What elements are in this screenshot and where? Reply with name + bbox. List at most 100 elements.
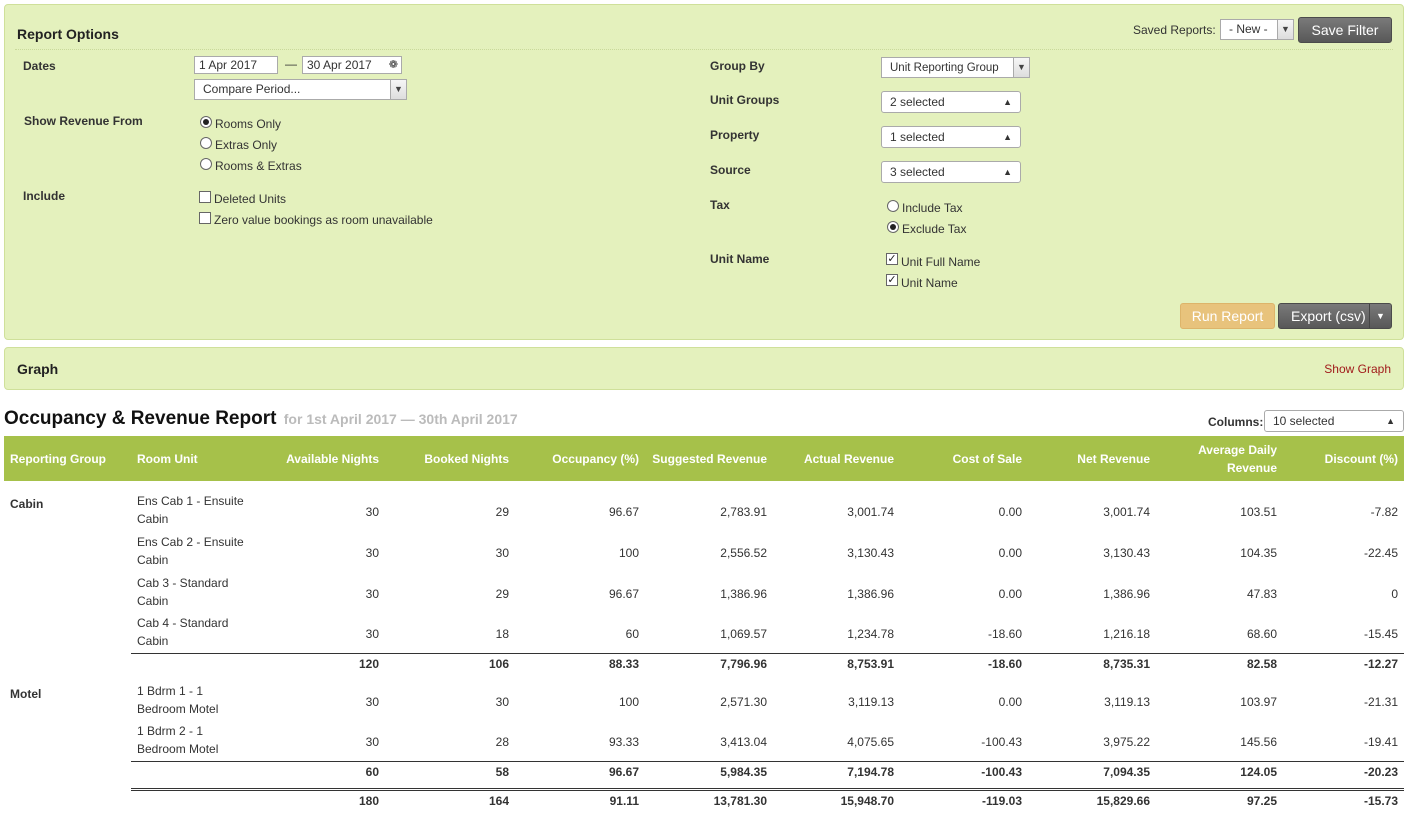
column-header[interactable]: Occupancy (%)	[515, 436, 645, 481]
table-cell: 28	[495, 735, 509, 750]
saved-reports-select[interactable]: - New - ▼	[1220, 19, 1294, 40]
compare-period-value: Compare Period...	[203, 82, 301, 96]
table-cell: 30	[365, 694, 379, 709]
compare-period-select[interactable]: Compare Period... ▼	[194, 79, 407, 100]
saved-reports-value: - New -	[1229, 22, 1268, 36]
table-cell: 3,119.13	[1104, 694, 1150, 709]
sort-icon: ▲︎	[1003, 132, 1012, 142]
chevron-down-icon: ▼	[390, 80, 406, 99]
columns-label: Columns:	[1208, 415, 1264, 429]
show-revenue-label: Show Revenue From	[24, 114, 143, 128]
checkbox-unit-full-name-label: Unit Full Name	[901, 255, 981, 269]
export-csv-button[interactable]: Export (csv) ▼	[1278, 303, 1392, 329]
room-unit-link[interactable]: Cab 3 - Standard Cabin	[131, 571, 258, 612]
save-filter-button[interactable]: Save Filter	[1298, 17, 1392, 43]
date-from-input[interactable]: 1 Apr 2017	[194, 56, 278, 74]
column-header[interactable]: Net Revenue	[1028, 436, 1156, 481]
checkbox-unit-name[interactable]: ✓	[886, 274, 898, 286]
subtotal-cell: 96.67	[515, 760, 645, 783]
table-cell: 60	[625, 627, 639, 642]
table-cell: 104.35	[1240, 545, 1277, 560]
room-unit-link[interactable]: Ens Cab 2 - Ensuite Cabin	[131, 530, 258, 571]
radio-rooms-extras[interactable]	[200, 158, 212, 170]
column-header[interactable]: Average Daily Revenue	[1156, 436, 1283, 481]
table-header-row: Reporting Group Room Unit Available Nights…	[4, 436, 1404, 481]
checkbox-unit-full-name[interactable]: ✓	[886, 253, 898, 265]
room-unit-link[interactable]: 1 Bdrm 1 - 1 Bedroom Motel	[131, 679, 258, 720]
column-header[interactable]: Booked Nights	[385, 436, 515, 481]
table-cell: -22.45	[1363, 545, 1398, 560]
unit-groups-select[interactable]: 2 selected ▲︎	[881, 91, 1021, 113]
checkbox-zero-value-label: Zero value bookings as room unavailable	[214, 213, 433, 227]
report-table: Reporting Group Room Unit Available Nights…	[4, 436, 1404, 811]
radio-exclude-tax[interactable]	[887, 221, 899, 233]
reporting-group-cell: Cabin	[10, 497, 44, 511]
unit-groups-label: Unit Groups	[710, 93, 780, 107]
table-cell: 2,556.52	[720, 545, 767, 560]
room-unit-link[interactable]: Cab 4 - Standard Cabin	[131, 612, 258, 653]
radio-extras-only[interactable]	[200, 137, 212, 149]
spacer-row	[4, 481, 1404, 489]
table-cell: 4,075.65	[847, 735, 894, 750]
run-report-button[interactable]: Run Report	[1180, 303, 1275, 329]
subtotal-cell: 120	[258, 652, 385, 675]
table-cell: 47.83	[1246, 586, 1277, 601]
property-value: 1 selected	[890, 130, 945, 144]
source-label: Source	[710, 163, 751, 177]
table-cell: 30	[365, 504, 379, 519]
source-select[interactable]: 3 selected ▲︎	[881, 161, 1021, 183]
table-cell: 29	[495, 586, 509, 601]
subtotal-cell: -20.23	[1283, 760, 1404, 783]
table-cell: 0.00	[998, 504, 1022, 519]
column-header[interactable]: Room Unit	[131, 436, 258, 481]
property-select[interactable]: 1 selected ▲︎	[881, 126, 1021, 148]
chevron-down-icon[interactable]: ▼	[1369, 304, 1391, 328]
radio-rooms-only[interactable]	[200, 116, 212, 128]
table-row: Cab 3 - Standard Cabin 30 29 96.67 1,386.96 1…	[4, 571, 1404, 612]
table-cell: -21.31	[1363, 694, 1398, 709]
checkbox-zero-value[interactable]	[199, 212, 211, 224]
radio-include-tax[interactable]	[887, 200, 899, 212]
chevron-down-icon: ▼	[1277, 20, 1293, 39]
column-header[interactable]: Actual Revenue	[773, 436, 900, 481]
table-cell: 3,130.43	[1103, 545, 1150, 560]
empty-cell	[4, 789, 131, 811]
checkbox-deleted-units[interactable]	[199, 191, 211, 203]
table-cell: 3,130.43	[847, 545, 894, 560]
gear-icon[interactable]: ❁	[389, 57, 398, 73]
columns-select[interactable]: 10 selected ▲︎	[1264, 410, 1404, 432]
subtotal-cell: 5,984.35	[645, 760, 773, 783]
subtotal-cell: 7,094.35	[1028, 760, 1156, 783]
room-unit-link[interactable]: Ens Cab 1 - Ensuite Cabin	[131, 489, 258, 530]
table-cell: 68.60	[1246, 627, 1277, 642]
total-cell: 15,829.66	[1028, 787, 1156, 811]
table-cell: 3,119.13	[848, 694, 894, 709]
show-graph-link[interactable]: Show Graph	[1324, 362, 1391, 376]
report-options-panel: Report Options Saved Reports: - New - ▼ …	[4, 4, 1404, 340]
room-unit-link[interactable]: 1 Bdrm 2 - 1 Bedroom Motel	[131, 720, 258, 761]
empty-cell	[131, 787, 258, 811]
radio-exclude-tax-label: Exclude Tax	[902, 222, 967, 236]
group-by-label: Group By	[710, 59, 765, 73]
table-row: 1 Bdrm 2 - 1 Bedroom Motel 30 28 93.33 3,413…	[4, 720, 1404, 761]
radio-extras-only-label: Extras Only	[215, 138, 278, 152]
column-header[interactable]: Reporting Group	[4, 436, 131, 481]
unit-name-label: Unit Name	[710, 252, 770, 266]
group-by-select[interactable]: Unit Reporting Group ▼	[881, 57, 1030, 78]
radio-rooms-only-label: Rooms Only	[215, 117, 282, 131]
column-header[interactable]: Available Nights	[258, 436, 385, 481]
table-cell: 30	[365, 627, 379, 642]
group-by-value: Unit Reporting Group	[890, 62, 999, 74]
chevron-down-icon: ▼	[1013, 58, 1029, 77]
column-header[interactable]: Cost of Sale	[900, 436, 1028, 481]
subtotal-cell: 58	[385, 760, 515, 783]
date-to-input[interactable]: 30 Apr 2017 ❁	[302, 56, 402, 74]
table-cell: 103.51	[1240, 504, 1277, 519]
table-row: Motel 1 Bdrm 1 - 1 Bedroom Motel 30 30 100 2,…	[4, 679, 1404, 720]
table-cell: -19.41	[1363, 735, 1398, 750]
table-cell: 1,386.96	[847, 586, 894, 601]
checkbox-deleted-units-label: Deleted Units	[214, 192, 287, 206]
sort-icon: ▲︎	[1003, 97, 1012, 107]
column-header[interactable]: Suggested Revenue	[645, 436, 773, 481]
column-header[interactable]: Discount (%)	[1283, 436, 1404, 481]
